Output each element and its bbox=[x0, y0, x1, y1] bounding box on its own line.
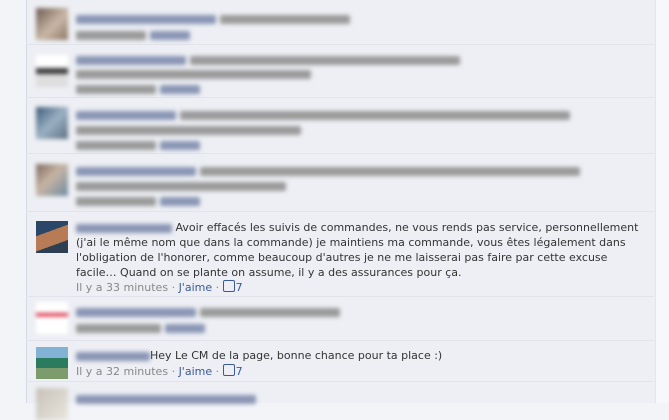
comment-item bbox=[26, 98, 654, 154]
blurred-comment-text bbox=[76, 53, 460, 66]
separator: · bbox=[171, 365, 176, 378]
blurred-comment-text bbox=[76, 12, 350, 25]
avatar[interactable] bbox=[36, 221, 68, 253]
avatar[interactable] bbox=[36, 107, 68, 139]
avatar[interactable] bbox=[36, 8, 68, 40]
like-link[interactable]: J'aime bbox=[179, 365, 213, 378]
comment-item bbox=[26, 297, 654, 341]
blurred-comment-meta bbox=[76, 138, 200, 151]
blurred-comment-text bbox=[76, 123, 301, 136]
comment-body: Hey Le CM de la page, bonne chance pour … bbox=[76, 348, 646, 363]
separator: · bbox=[171, 281, 176, 294]
blurred-comment-text bbox=[76, 67, 311, 80]
like-count[interactable]: 7 bbox=[236, 365, 243, 378]
avatar[interactable] bbox=[36, 302, 68, 334]
author-name[interactable] bbox=[76, 349, 150, 362]
blurred-comment-text bbox=[76, 108, 570, 121]
scrollbar[interactable] bbox=[655, 0, 669, 403]
author-name[interactable] bbox=[76, 221, 172, 234]
avatar[interactable] bbox=[36, 55, 68, 87]
comment-text: Hey Le CM de la page, bonne chance pour … bbox=[150, 349, 443, 362]
separator: · bbox=[215, 365, 220, 378]
comment-item bbox=[26, 382, 654, 420]
comment-item bbox=[26, 0, 654, 45]
blurred-comment-meta bbox=[76, 28, 190, 41]
blurred-comment-meta bbox=[76, 82, 200, 95]
timestamp: Il y a 33 minutes bbox=[76, 281, 169, 294]
comment-meta: Il y a 32 minutes · J'aime · 7 bbox=[76, 364, 243, 378]
blurred-comment-text bbox=[76, 179, 286, 192]
comment-item bbox=[26, 154, 654, 212]
timestamp: Il y a 32 minutes bbox=[76, 365, 169, 378]
thumbs-up-icon[interactable] bbox=[222, 364, 235, 376]
separator: · bbox=[215, 281, 220, 294]
like-count[interactable]: 7 bbox=[236, 281, 243, 294]
comment-item: Hey Le CM de la page, bonne chance pour … bbox=[26, 341, 654, 382]
like-link[interactable]: J'aime bbox=[179, 281, 213, 294]
avatar[interactable] bbox=[36, 347, 68, 379]
comment-body: Avoir effacés les suivis de commandes, n… bbox=[76, 220, 646, 280]
comment-item bbox=[26, 45, 654, 98]
blurred-comment-text bbox=[76, 392, 256, 405]
comment-item: Avoir effacés les suivis de commandes, n… bbox=[26, 212, 654, 297]
blurred-comment-text bbox=[76, 164, 580, 177]
thumbs-up-icon[interactable] bbox=[222, 280, 235, 292]
avatar[interactable] bbox=[36, 164, 68, 196]
comment-meta: Il y a 33 minutes · J'aime · 7 bbox=[76, 280, 243, 294]
blurred-comment-text bbox=[76, 305, 340, 318]
blurred-comment-meta bbox=[76, 194, 200, 207]
blurred-comment-meta bbox=[76, 321, 205, 334]
avatar[interactable] bbox=[36, 388, 68, 420]
